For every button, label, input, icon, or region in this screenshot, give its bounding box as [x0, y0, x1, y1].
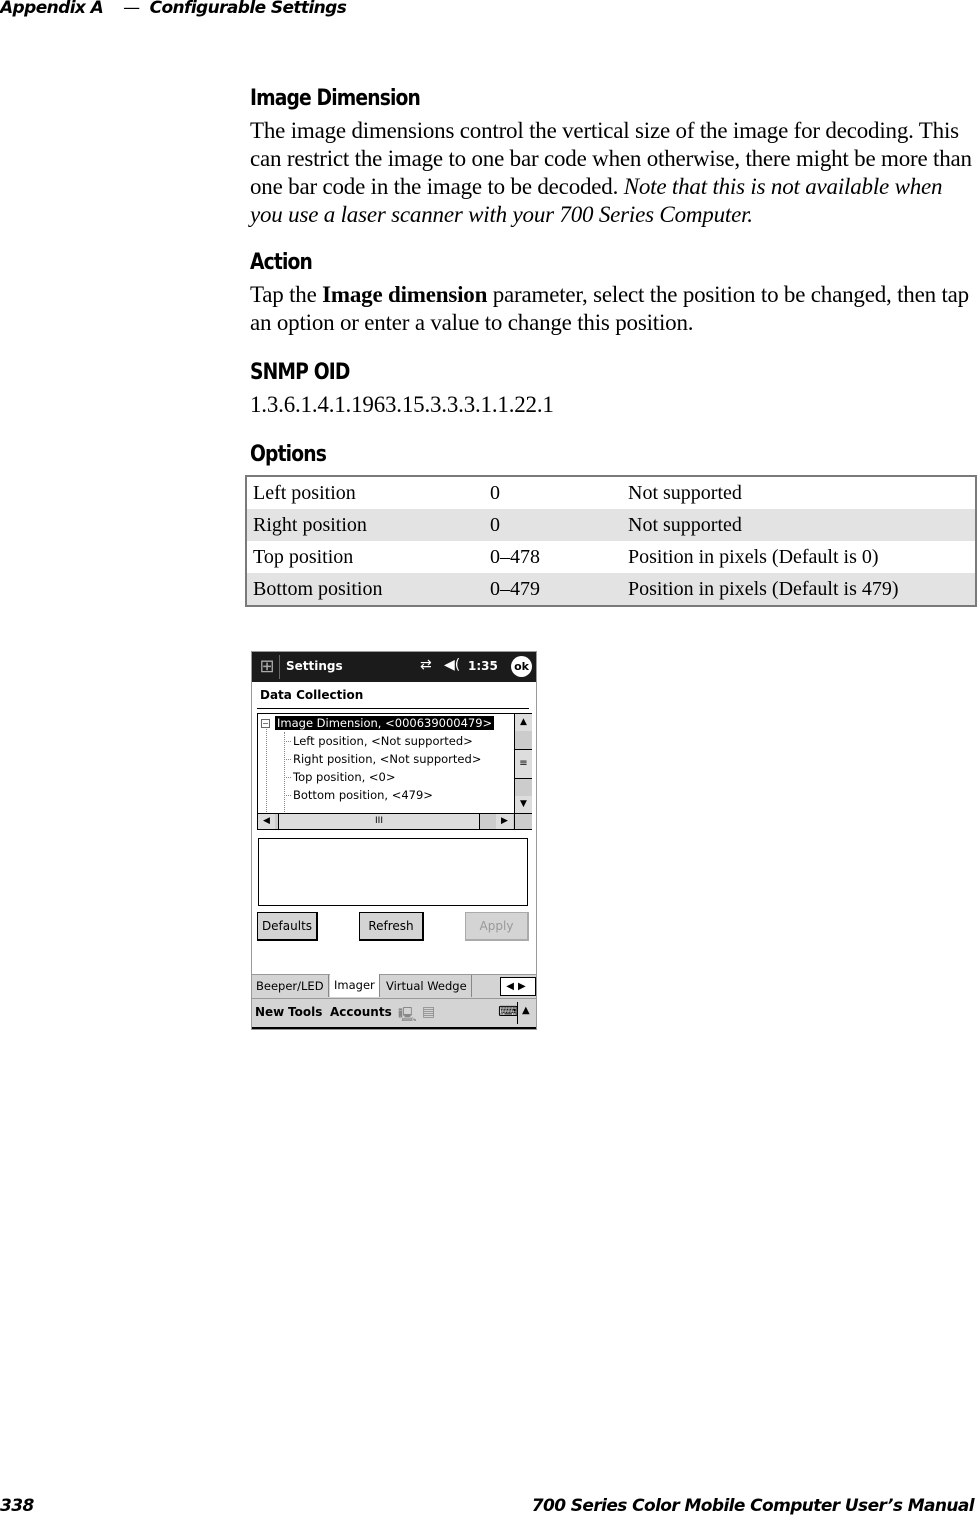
tab-beeper-led[interactable]: Beeper/LED [252, 975, 329, 997]
vertical-scroll-thumb[interactable]: ≡ [515, 749, 532, 779]
option-name: Right position [246, 509, 484, 541]
option-range: 0–478 [490, 545, 540, 568]
refresh-button[interactable]: Refresh [359, 912, 424, 941]
tree-line [284, 732, 285, 812]
connectivity-icon[interactable]: ⇄ [420, 657, 432, 673]
ok-button[interactable]: ok [511, 656, 532, 677]
defaults-button[interactable]: Defaults [257, 912, 318, 941]
options-title: Options [250, 442, 327, 467]
action-parameter-name: Image dimension [322, 282, 488, 307]
window-title: Settings [286, 659, 343, 673]
tree-branch [284, 741, 291, 742]
snmp-oid-value: 1.3.6.1.4.1.1963.15.3.3.3.1.1.22.1 [250, 392, 554, 417]
document-icon[interactable]: ▤ [422, 1004, 435, 1020]
option-range: 0 [484, 509, 622, 541]
menu-tools[interactable]: Tools [288, 1005, 322, 1019]
appendix-label: Appendix A [0, 0, 104, 18]
tree-node-right-position[interactable]: Right position, <Not supported> [293, 752, 481, 766]
input-panel-arrow-icon[interactable]: ▲ [522, 1005, 530, 1016]
computer-icon[interactable]: 🖳 [398, 1004, 417, 1028]
manual-title: 700 Series Color Mobile Computer User’s … [531, 1496, 975, 1516]
horizontal-scrollbar[interactable]: ◀ III ▶ [258, 813, 514, 829]
option-range: 0–479 [484, 573, 622, 606]
tree-node-image-dimension[interactable]: Image Dimension, <000639000479> [273, 715, 496, 731]
table-row: Right position 0 Not supported [246, 509, 976, 541]
options-table: Left position 0 Not supported Right positi… [245, 475, 977, 607]
menu-new[interactable]: New [255, 1005, 284, 1019]
menu-accounts[interactable]: Accounts [330, 1005, 392, 1019]
horizontal-scroll-thumb[interactable]: III [278, 814, 480, 829]
option-description: Not supported [628, 481, 742, 504]
menu-bar: New Tools Accounts 🖳 ▤ ⌨ ▲ [252, 998, 536, 1029]
table-row: Left position 0 Not supported [246, 476, 976, 509]
menu-separator [517, 1002, 518, 1024]
scroll-down-icon[interactable]: ▼ [515, 796, 532, 813]
table-row: Top position 0–478 Position in pixels (Def… [246, 541, 976, 573]
action-text-pre: Tap the [250, 282, 323, 307]
tree-line [266, 729, 267, 814]
tree-node-bottom-position[interactable]: Bottom position, <479> [293, 788, 433, 802]
tree-branch [284, 777, 291, 778]
collapse-icon[interactable]: − [261, 719, 270, 728]
section-heading: Data Collection [260, 688, 364, 702]
vertical-scrollbar[interactable]: ▲ ≡ ▼ [514, 714, 532, 813]
section-title: Image Dimension [250, 86, 421, 111]
settings-tree[interactable]: − Image Dimension, <000639000479> Left p… [257, 713, 532, 830]
tab-bar: Beeper/LED Imager Virtual Wedge ◀▶ [252, 974, 536, 998]
scrollbar-corner [514, 813, 532, 829]
option-description: Position in pixels (Default is 479) [622, 573, 976, 606]
option-description: Position in pixels (Default is 0) [628, 545, 879, 568]
page-number: 338 [0, 1496, 34, 1516]
tree-branch [284, 759, 291, 760]
option-range: 0 [490, 481, 500, 504]
option-name: Top position [253, 545, 354, 568]
option-name: Bottom position [246, 573, 484, 606]
tree-node-left-position[interactable]: Left position, <Not supported> [293, 734, 473, 748]
section-description: The image dimensions control the vertica… [250, 117, 978, 229]
title-bar: ⊞ Settings ⇄ ◀( 1:35 ok [252, 652, 536, 682]
snmp-title: SNMP OID [250, 360, 350, 385]
running-header: Appendix A — Configurable Settings [0, 0, 347, 18]
header-dash: — [123, 0, 140, 18]
scroll-right-icon[interactable]: ▶ [496, 814, 513, 829]
tab-imager[interactable]: Imager [330, 974, 380, 997]
volume-icon[interactable]: ◀( [444, 657, 460, 673]
tree-branch [284, 795, 291, 796]
action-text: Tap the Image dimension parameter, selec… [250, 281, 978, 337]
keyboard-icon[interactable]: ⌨ [498, 1004, 518, 1020]
value-input[interactable] [258, 838, 528, 906]
option-name: Left position [253, 481, 356, 504]
tree-node-top-position[interactable]: Top position, <0> [293, 770, 396, 784]
scroll-up-icon[interactable]: ▲ [515, 714, 532, 731]
action-title: Action [250, 250, 313, 275]
clock[interactable]: 1:35 [468, 659, 498, 673]
apply-button[interactable]: Apply [465, 912, 529, 941]
option-description: Not supported [622, 509, 976, 541]
device-screenshot: ⊞ Settings ⇄ ◀( 1:35 ok Data Collection … [251, 651, 537, 1030]
chapter-label: Configurable Settings [149, 0, 347, 18]
tab-scroll-arrows[interactable]: ◀▶ [500, 977, 536, 996]
start-menu-icon[interactable]: ⊞ [255, 655, 280, 679]
table-row: Bottom position 0–479 Position in pixels (… [246, 573, 976, 606]
tab-virtual-wedge[interactable]: Virtual Wedge [382, 975, 472, 997]
heading-divider [257, 708, 529, 709]
scroll-left-icon[interactable]: ◀ [258, 814, 275, 829]
